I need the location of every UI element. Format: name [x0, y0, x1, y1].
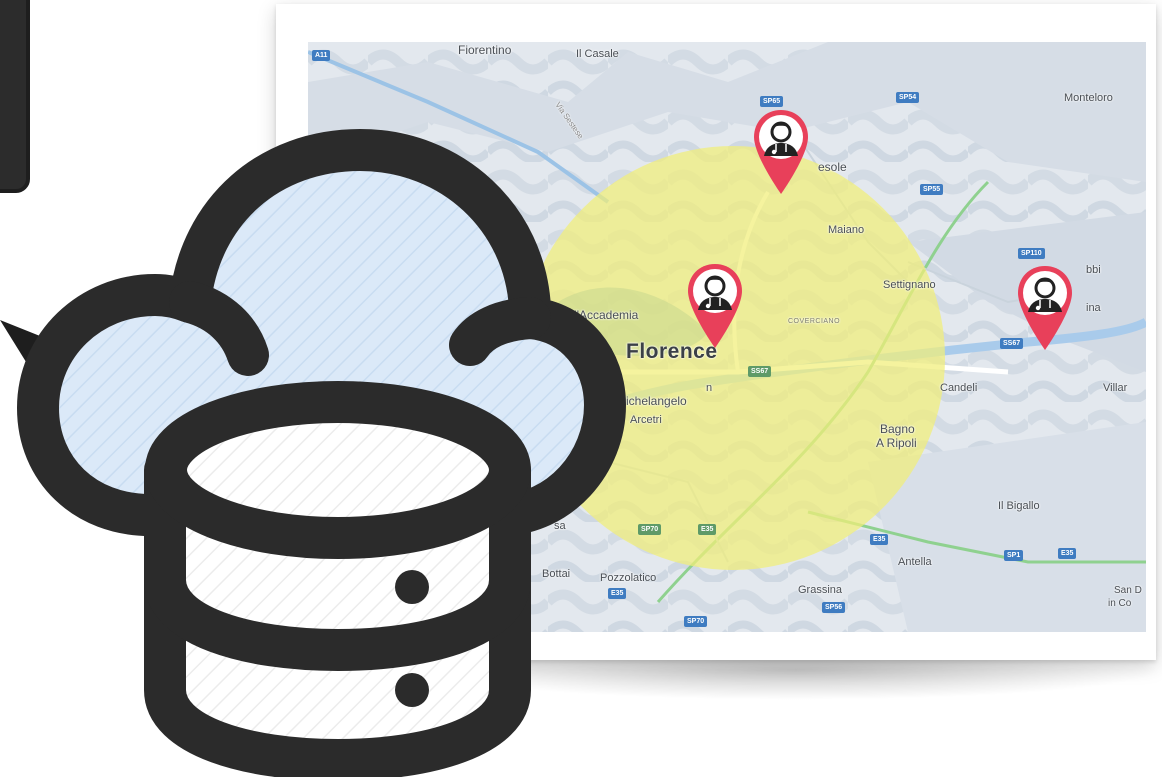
road-shield: SP1: [1004, 550, 1024, 561]
map-marker[interactable]: [686, 262, 744, 350]
road-shield: SP56: [822, 602, 846, 613]
place-label: Antella: [898, 556, 932, 568]
place-label: esole: [818, 160, 847, 174]
place-label: n: [706, 382, 713, 394]
place-label: Maiano: [828, 224, 865, 236]
place-label: Bagno: [880, 422, 915, 436]
road-shield: E35: [698, 524, 717, 535]
map-marker[interactable]: [1016, 264, 1074, 352]
place-label: Il Casale: [576, 48, 619, 60]
place-label: Il Bigallo: [998, 500, 1040, 512]
road-shield: SP110: [1018, 248, 1045, 259]
place-label: in Co: [1108, 598, 1132, 609]
place-label: bbi: [1086, 264, 1101, 276]
road-shield: SP70: [684, 616, 708, 627]
place-label: Villar: [1103, 382, 1128, 394]
road-shield: SP70: [638, 524, 662, 535]
road-shield: SP55: [920, 184, 944, 195]
road-shield: SP54: [896, 92, 920, 103]
database-stack: [144, 381, 531, 777]
cloud-database-icon: [0, 129, 626, 777]
place-label: ina: [1086, 302, 1101, 314]
place-label: COVERCIANO: [788, 318, 841, 325]
road-shield: E35: [870, 534, 889, 545]
map-marker[interactable]: [752, 108, 810, 196]
place-label: San D: [1114, 585, 1142, 596]
road-shield: A11: [312, 50, 331, 61]
road-shield: SP65: [760, 96, 784, 107]
road-shield: SS67: [748, 366, 772, 377]
place-label: Monteloro: [1064, 92, 1113, 104]
road-shield: E35: [1058, 548, 1077, 559]
place-label: Candeli: [940, 382, 978, 394]
place-label: Settignano: [883, 279, 936, 291]
place-label: Fiorentino: [458, 43, 512, 57]
place-label: Grassina: [798, 584, 843, 596]
place-label: A Ripoli: [876, 436, 917, 450]
